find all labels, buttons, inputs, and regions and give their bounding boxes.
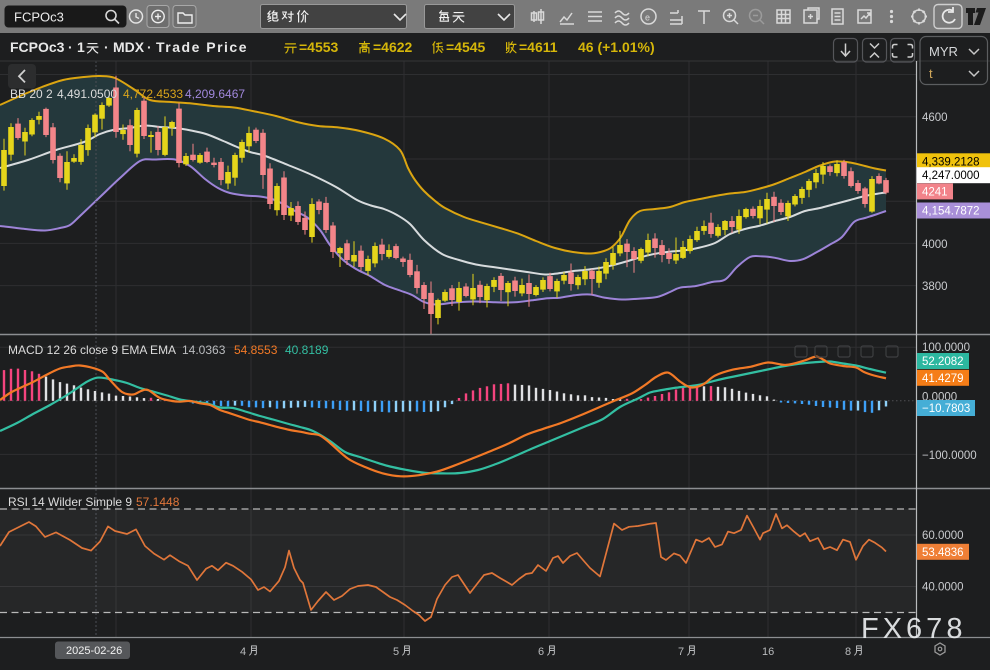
svg-text:2025-02-26: 2025-02-26 bbox=[66, 645, 122, 657]
svg-text:FCPOc3: FCPOc3 bbox=[10, 39, 65, 55]
svg-text:7: 7 bbox=[678, 646, 684, 658]
svg-text:100.0000: 100.0000 bbox=[922, 342, 970, 354]
svg-text:−10.7803: −10.7803 bbox=[922, 403, 970, 415]
svg-text:6: 6 bbox=[538, 646, 544, 658]
svg-text:=4553: =4553 bbox=[299, 39, 339, 55]
svg-text:4600: 4600 bbox=[922, 112, 948, 124]
svg-text:MYR: MYR bbox=[929, 44, 958, 59]
svg-text:4,154.7872: 4,154.7872 bbox=[922, 206, 980, 218]
svg-text:=4611: =4611 bbox=[519, 39, 558, 55]
svg-text:−100.0000: −100.0000 bbox=[922, 450, 977, 462]
svg-text:57.1448: 57.1448 bbox=[136, 495, 180, 509]
svg-text:4,339.2128: 4,339.2128 bbox=[922, 156, 980, 168]
svg-text:40.8189: 40.8189 bbox=[285, 343, 329, 357]
svg-text:40.0000: 40.0000 bbox=[922, 582, 964, 594]
svg-text:FCPOc3: FCPOc3 bbox=[14, 10, 64, 25]
svg-text:4,247.0000: 4,247.0000 bbox=[922, 170, 980, 182]
svg-text:54.8553: 54.8553 bbox=[234, 343, 278, 357]
svg-text:4241: 4241 bbox=[922, 186, 948, 198]
svg-text:t: t bbox=[929, 66, 933, 81]
svg-text:14.0363: 14.0363 bbox=[182, 343, 226, 357]
svg-text:MACD 12 26 close 9 EMA EMA: MACD 12 26 close 9 EMA EMA bbox=[8, 343, 176, 357]
svg-text:MDX: MDX bbox=[113, 39, 145, 55]
svg-text:46 (+1.01%): 46 (+1.01%) bbox=[578, 39, 655, 55]
svg-text:·: · bbox=[147, 39, 152, 55]
svg-text:4,491.0500: 4,491.0500 bbox=[57, 87, 117, 101]
svg-text:8: 8 bbox=[845, 646, 851, 658]
svg-text:=4622: =4622 bbox=[373, 39, 413, 55]
svg-text:5: 5 bbox=[393, 646, 399, 658]
svg-text:1: 1 bbox=[77, 39, 85, 55]
svg-text:·: · bbox=[68, 39, 73, 55]
svg-text:16: 16 bbox=[762, 646, 774, 658]
svg-text:FX678: FX678 bbox=[861, 613, 966, 645]
svg-text:3800: 3800 bbox=[922, 281, 948, 293]
svg-text:=4545: =4545 bbox=[446, 39, 486, 55]
svg-text:4,772.4533: 4,772.4533 bbox=[123, 87, 183, 101]
svg-text:4: 4 bbox=[240, 646, 246, 658]
svg-text:RSI 14 Wilder Simple 9: RSI 14 Wilder Simple 9 bbox=[8, 495, 132, 509]
svg-text:BB 20 2: BB 20 2 bbox=[10, 87, 53, 101]
svg-text:Trade Price: Trade Price bbox=[156, 39, 248, 55]
svg-text:41.4279: 41.4279 bbox=[922, 373, 964, 385]
svg-text:52.2082: 52.2082 bbox=[922, 356, 964, 368]
svg-text:4000: 4000 bbox=[922, 239, 948, 251]
svg-text:e: e bbox=[645, 13, 650, 23]
svg-text:·: · bbox=[104, 39, 109, 55]
svg-text:53.4836: 53.4836 bbox=[922, 547, 964, 559]
svg-text:60.0000: 60.0000 bbox=[922, 530, 964, 542]
svg-text:4,209.6467: 4,209.6467 bbox=[185, 87, 245, 101]
